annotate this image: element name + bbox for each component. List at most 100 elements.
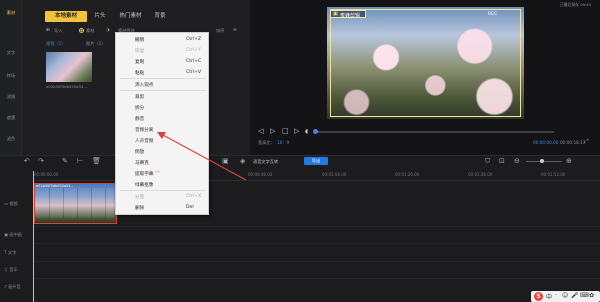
menu-item-shortcut: Ctrl+Y bbox=[186, 47, 201, 53]
track-pip[interactable]: ▣ 画中画 bbox=[0, 232, 33, 238]
tab-local-media[interactable]: 本地素材 bbox=[45, 11, 87, 22]
track-music[interactable]: ♫ 音乐 bbox=[0, 267, 33, 273]
play-icon[interactable]: ▷ bbox=[270, 127, 275, 135]
track-pip-label: 画中画 bbox=[9, 232, 22, 237]
ime-mic-icon[interactable]: 🎤 bbox=[571, 292, 578, 299]
subtab-image[interactable]: 图片（1） bbox=[86, 41, 105, 47]
shield-icon[interactable]: ⛉ bbox=[485, 157, 490, 166]
nav-item-text[interactable]: 文字 bbox=[0, 50, 22, 56]
paint-icon[interactable]: ◈ bbox=[240, 157, 245, 165]
split-icon[interactable]: ⊢ bbox=[77, 157, 83, 165]
menu-item-label: 音频分离 bbox=[135, 127, 154, 133]
import-icon[interactable]: ⊞ bbox=[46, 27, 50, 32]
menu-item-undo[interactable]: 撤销 Ctrl+Z bbox=[116, 34, 210, 45]
ruler-label: 00:00:48.00 bbox=[248, 172, 273, 177]
video-overlay-frame bbox=[330, 9, 521, 117]
rec-badge: REC bbox=[488, 12, 498, 17]
menu-item-label: 提取字幕 bbox=[135, 171, 154, 177]
menu-item-label: 撤销 bbox=[135, 37, 145, 43]
menu-item-paste[interactable]: 粘贴 Ctrl+V bbox=[116, 67, 210, 78]
progress-track[interactable] bbox=[316, 131, 554, 133]
tab-hot-media[interactable]: 热门素材 bbox=[113, 11, 148, 22]
export-button[interactable]: 导出 bbox=[304, 157, 328, 165]
menu-item-mosaic[interactable]: 马赛克 bbox=[116, 157, 210, 168]
vip-badge: VIP bbox=[154, 170, 160, 174]
tab-intro[interactable]: 片头 bbox=[90, 11, 110, 22]
screenshot-icon[interactable]: ▣ bbox=[222, 157, 229, 165]
watermark-logo: ▣ 蜜蜂剪辑 bbox=[330, 10, 366, 19]
menu-item-copy[interactable]: 复制 Ctrl+C bbox=[116, 56, 210, 67]
subtab-video[interactable]: 视频（1） bbox=[46, 41, 65, 47]
menu-item-audio-separate[interactable]: 音频分离 bbox=[116, 124, 210, 135]
menu-item-edit[interactable]: 裁剪 bbox=[116, 91, 210, 102]
ime-lang-icon[interactable]: 中 bbox=[546, 292, 552, 301]
tab-background[interactable]: 背景 bbox=[150, 11, 170, 22]
menu-item-mute[interactable]: 静音 bbox=[116, 113, 210, 124]
menu-item-crop[interactable]: 拆分 bbox=[116, 102, 210, 113]
media-tabs: 本地素材 片头 热门素材 背景 bbox=[45, 11, 255, 22]
ime-toolbar[interactable]: S 中 · ☺ 🎤 ⌨ ✿ bbox=[531, 291, 600, 302]
stop-icon[interactable]: □ bbox=[282, 127, 289, 135]
filter-all-label[interactable]: 素材 bbox=[86, 28, 94, 34]
playhead[interactable] bbox=[33, 171, 34, 302]
context-menu: 撤销 Ctrl+Z 恢复 Ctrl+Y 复制 Ctrl+C 粘贴 Ctrl+V 添入观点… bbox=[115, 32, 209, 215]
save-status: 已最后保存 09:44 bbox=[560, 2, 592, 7]
filter-icon[interactable]: ◑ bbox=[106, 27, 110, 32]
nav-item-filter[interactable]: 滤镜 bbox=[0, 94, 22, 100]
clip-name: e02b50f5db550a34... bbox=[36, 184, 74, 188]
track-video-label: 视频 bbox=[9, 201, 18, 206]
volume-icon[interactable]: ◖ bbox=[305, 128, 308, 135]
zoom-out-icon[interactable]: ⊖ bbox=[514, 157, 520, 165]
ratio-value[interactable]: 16：9 bbox=[277, 140, 289, 146]
menu-item-extract-subtitles[interactable]: 提取字幕 VIP bbox=[116, 168, 210, 179]
track-text[interactable]: T 文字 bbox=[0, 250, 33, 256]
menu-item-green-screen[interactable]: 绿幕抠像 bbox=[116, 179, 210, 190]
sort-label[interactable]: 排序 bbox=[216, 28, 224, 34]
time-total: 00:00:18.17 bbox=[560, 140, 586, 145]
menu-item-reverse[interactable]: 倒放 bbox=[116, 146, 210, 157]
ruler-label: 00:01:52.00 bbox=[541, 172, 566, 177]
track-music-label: 音乐 bbox=[9, 267, 18, 272]
track-video[interactable]: ▭ 视频 bbox=[0, 201, 33, 207]
menu-item-label: 倒放 bbox=[135, 149, 145, 155]
ime-emoji-icon[interactable]: ☺ bbox=[562, 292, 568, 299]
progress-handle[interactable] bbox=[313, 129, 318, 134]
zoom-slider[interactable] bbox=[526, 161, 562, 162]
menu-item-add-viewpoint[interactable]: 添入观点 bbox=[116, 79, 210, 90]
fullscreen-icon[interactable]: ⤢ bbox=[584, 138, 589, 146]
track-voiceover[interactable]: ♪ 画外音 bbox=[0, 284, 33, 290]
import-label[interactable]: 导入 bbox=[54, 28, 62, 34]
redo-icon[interactable]: ↷ bbox=[38, 157, 44, 165]
next-frame-icon[interactable]: ▷ bbox=[294, 127, 299, 135]
menu-item-label: 恢复 bbox=[135, 48, 145, 54]
menu-item-label: 人声音频 bbox=[135, 138, 154, 144]
menu-item-shortcut: Ctrl+V bbox=[186, 69, 202, 75]
nav-item-color[interactable]: 滤色 bbox=[0, 136, 22, 142]
menu-item-delete[interactable]: 删除 Del bbox=[116, 202, 210, 213]
delete-icon[interactable]: 🗑 bbox=[92, 157, 101, 165]
ime-logo[interactable]: S bbox=[534, 292, 543, 301]
filter-all-radio[interactable] bbox=[79, 28, 84, 33]
ime-skin-icon[interactable]: ✿ bbox=[589, 292, 594, 299]
menu-item-label: 静音 bbox=[135, 116, 145, 122]
speech-text-button[interactable]: 语音文字互转 bbox=[253, 159, 278, 165]
prev-frame-icon[interactable]: ◁ bbox=[258, 127, 263, 135]
ime-punct-icon[interactable]: · bbox=[555, 292, 557, 299]
menu-item-split[interactable]: 分割 Ctrl+X bbox=[116, 191, 210, 202]
menu-item-redo[interactable]: 恢复 Ctrl+Y bbox=[116, 45, 210, 56]
undo-icon[interactable]: ↶ bbox=[24, 157, 30, 165]
nav-item-media[interactable]: 素材 bbox=[0, 10, 22, 16]
zoom-handle[interactable] bbox=[540, 159, 544, 163]
fit-icon[interactable]: ⊡ bbox=[499, 157, 505, 165]
menu-icon[interactable]: ☰ bbox=[233, 27, 237, 32]
video-editor-window: 素材 文字 转场 滤镜 遮罩 滤色 本地素材 片头 热门素材 背景 ⊞ 导入 素… bbox=[0, 0, 600, 302]
ime-keyboard-icon[interactable]: ⌨ bbox=[580, 292, 589, 299]
edit-icon[interactable]: ✎ bbox=[62, 157, 68, 165]
logo-label: 蜜蜂剪辑 bbox=[340, 12, 361, 19]
nav-item-mask[interactable]: 遮罩 bbox=[0, 115, 22, 121]
media-thumbnail[interactable] bbox=[46, 52, 92, 82]
menu-item-vocal-audio[interactable]: 人声音频 bbox=[116, 135, 210, 146]
logo-icon: ▣ bbox=[333, 11, 338, 17]
zoom-in-icon[interactable]: ⊕ bbox=[566, 157, 572, 165]
nav-item-transition[interactable]: 转场 bbox=[0, 73, 22, 79]
